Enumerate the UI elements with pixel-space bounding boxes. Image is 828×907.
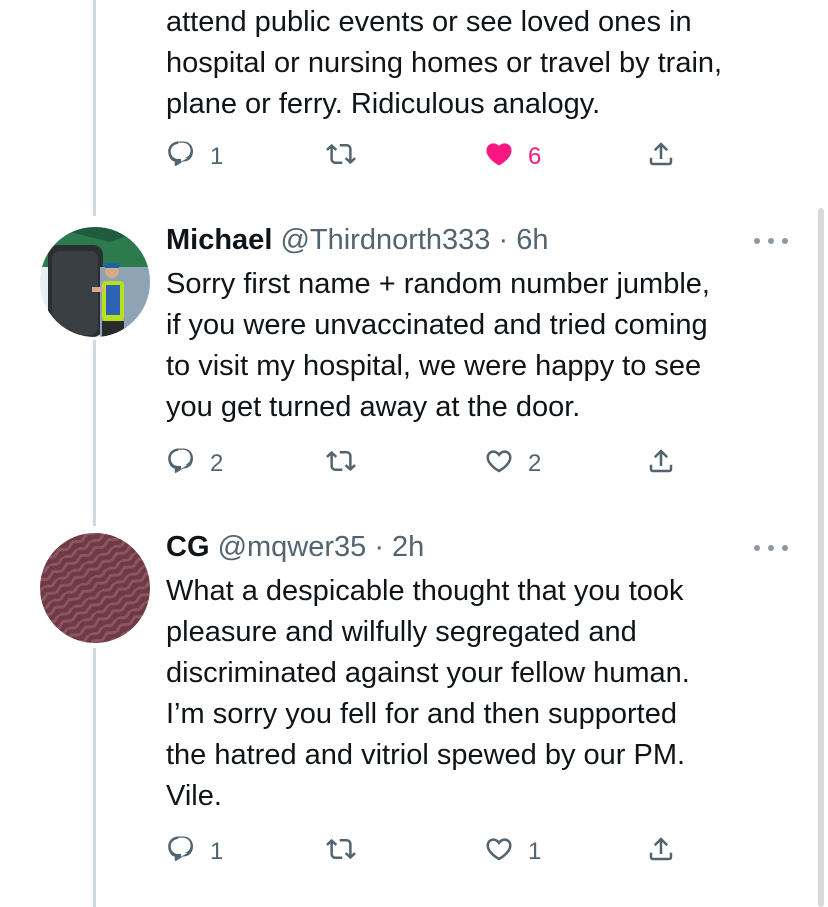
heart-icon <box>484 446 514 483</box>
timestamp[interactable]: · 2h <box>374 531 424 563</box>
tweet-actions: 2 2 <box>166 447 686 481</box>
tweet-text: What a despicable thought that you took … <box>166 575 690 812</box>
retweet-icon <box>326 834 356 871</box>
like-button[interactable]: 2 <box>484 447 541 481</box>
thread-line <box>93 340 96 526</box>
like-count: 1 <box>528 838 542 865</box>
share-button[interactable] <box>646 140 676 174</box>
more-icon[interactable] <box>754 543 788 553</box>
tweet-actions: 1 6 <box>166 140 686 174</box>
retweet-icon <box>326 139 356 176</box>
reply-icon <box>166 446 196 483</box>
avatar[interactable] <box>40 227 150 337</box>
more-icon[interactable] <box>754 236 788 246</box>
share-button[interactable] <box>646 447 676 481</box>
like-count: 6 <box>528 143 542 170</box>
tweet-header: CG @mqwer35 · 2h <box>166 529 424 565</box>
heart-icon <box>484 834 514 871</box>
user-handle[interactable]: @mqwer35 <box>218 531 367 563</box>
retweet-icon <box>326 446 356 483</box>
reply-icon <box>166 139 196 176</box>
heart-icon <box>484 139 514 176</box>
user-handle[interactable]: @Thirdnorth333 <box>280 224 490 256</box>
share-button[interactable] <box>646 835 676 869</box>
tweet-header: Michael @Thirdnorth333 · 6h <box>166 222 548 258</box>
timestamp[interactable]: · 6h <box>499 224 549 256</box>
share-icon <box>646 139 676 176</box>
tweet-text: Sorry first name + random number jumble,… <box>166 268 710 423</box>
scrollbar[interactable] <box>818 208 824 907</box>
reply-button[interactable]: 1 <box>166 140 223 174</box>
tweet-text: attend public events or see loved ones i… <box>166 6 723 120</box>
avatar[interactable] <box>40 533 150 643</box>
display-name[interactable]: Michael <box>166 224 272 256</box>
reply-icon <box>166 834 196 871</box>
display-name[interactable]: CG <box>166 531 210 563</box>
reply-count: 1 <box>210 143 224 170</box>
reply-button[interactable]: 2 <box>166 447 223 481</box>
like-count: 2 <box>528 450 542 477</box>
reply-count: 1 <box>210 838 224 865</box>
retweet-button[interactable] <box>326 140 356 174</box>
avatar-image <box>40 227 150 337</box>
like-button[interactable]: 1 <box>484 835 541 869</box>
tweet-actions: 1 1 <box>166 835 686 869</box>
thread-line <box>93 0 96 216</box>
thread-line <box>93 648 96 907</box>
reply-count: 2 <box>210 450 224 477</box>
like-button[interactable]: 6 <box>484 140 541 174</box>
avatar-image <box>40 533 150 643</box>
retweet-button[interactable] <box>326 447 356 481</box>
share-icon <box>646 446 676 483</box>
reply-button[interactable]: 1 <box>166 835 223 869</box>
retweet-button[interactable] <box>326 835 356 869</box>
share-icon <box>646 834 676 871</box>
